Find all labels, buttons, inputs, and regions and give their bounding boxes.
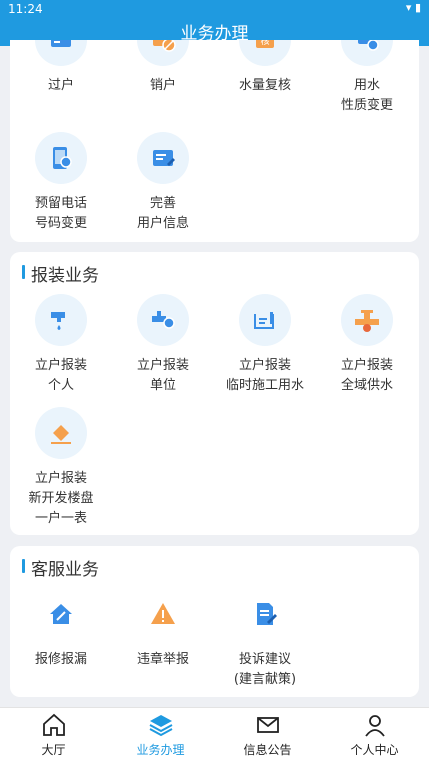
install-services-card: 报装业务 立户报装 个人 立户报装 单位 立户报装 临时施工用水 立户报装 全域… (10, 252, 419, 535)
status-time: 11:24 (8, 2, 43, 16)
install-company[interactable]: 立户报装 单位 (112, 294, 214, 396)
service-volume-review[interactable]: 核 水量复核 (214, 40, 316, 96)
item-label: 完善 用户信息 (136, 196, 189, 231)
customer-services-card: 客服业务 报修报漏 违章举报 投诉建议 (建言献策) (10, 546, 419, 697)
service-cancel-account[interactable]: 销户 (112, 40, 214, 96)
review-icon: 核 (239, 40, 291, 66)
install-regional[interactable]: 立户报装 全域供水 (316, 294, 418, 396)
phone-icon (35, 132, 87, 184)
tab-label: 个人中心 (350, 743, 399, 757)
user-info-icon (137, 132, 189, 184)
construction-icon (239, 294, 291, 346)
service-repair[interactable]: 报修报漏 (10, 588, 112, 670)
install-personal[interactable]: 立户报装 个人 (10, 294, 112, 396)
edit-building-icon (35, 407, 87, 459)
bottom-tab-bar: 大厅 业务办理 信息公告 个人中心 (0, 707, 429, 763)
card-icon (35, 40, 87, 66)
tab-label: 信息公告 (243, 743, 292, 757)
item-label: 水量复核 (238, 78, 291, 93)
tap-change-icon (341, 40, 393, 66)
tab-notices[interactable]: 信息公告 (214, 708, 321, 763)
wifi-icon: ▾ (405, 1, 412, 14)
item-label: 立户报装 新开发楼盘 一户一表 (28, 471, 94, 526)
service-usage-type-change[interactable]: 用水 性质变更 (316, 40, 418, 116)
item-label: 预留电话 号码变更 (34, 196, 87, 231)
item-label: 立户报装 个人 (34, 358, 87, 393)
cancel-account-icon (137, 40, 189, 66)
tab-hall[interactable]: 大厅 (0, 708, 107, 763)
service-complete-user-info[interactable]: 完善 用户信息 (112, 132, 214, 234)
service-transfer[interactable]: 过户 (10, 40, 112, 96)
account-services-card: 过户 销户 核 水量复核 用水 性质变更 预留电话 号码变更 完善 用户信息 (10, 40, 419, 242)
install-temporary[interactable]: 立户报装 临时施工用水 (214, 294, 316, 396)
tab-label: 业务办理 (136, 743, 185, 757)
item-label: 过户 (47, 78, 74, 93)
install-new-development[interactable]: 立户报装 新开发楼盘 一户一表 (10, 407, 112, 529)
item-label: 违章举报 (136, 652, 189, 667)
battery-icon: ▮ (414, 1, 421, 14)
user-icon (364, 715, 385, 737)
section-title: 报装业务 (22, 261, 99, 286)
service-violation-report[interactable]: 违章举报 (112, 588, 214, 670)
pipe-icon (137, 294, 189, 346)
tab-profile[interactable]: 个人中心 (321, 708, 428, 763)
service-phone-change[interactable]: 预留电话 号码变更 (10, 132, 112, 234)
item-label: 报修报漏 (34, 652, 87, 667)
repair-icon (35, 588, 87, 640)
service-complaint[interactable]: 投诉建议 (建言献策) (214, 588, 316, 690)
status-icons: ▾ ▮ (406, 1, 421, 14)
mail-icon (256, 717, 279, 733)
valve-icon (341, 294, 393, 346)
complaint-icon (239, 588, 291, 640)
item-label: 用水 性质变更 (340, 78, 393, 113)
item-label: 销户 (149, 78, 176, 93)
tab-label: 大厅 (41, 743, 66, 757)
item-label: 投诉建议 (建言献策) (233, 652, 297, 687)
item-label: 立户报装 全域供水 (340, 358, 393, 393)
item-label: 立户报装 临时施工用水 (225, 358, 304, 393)
section-title: 客服业务 (22, 555, 99, 580)
warning-icon (137, 588, 189, 640)
svg-text:核: 核 (260, 40, 269, 47)
layers-icon (149, 715, 172, 737)
faucet-icon (35, 294, 87, 346)
home-icon (42, 713, 65, 736)
tab-business[interactable]: 业务办理 (107, 708, 214, 763)
item-label: 立户报装 单位 (136, 358, 189, 393)
